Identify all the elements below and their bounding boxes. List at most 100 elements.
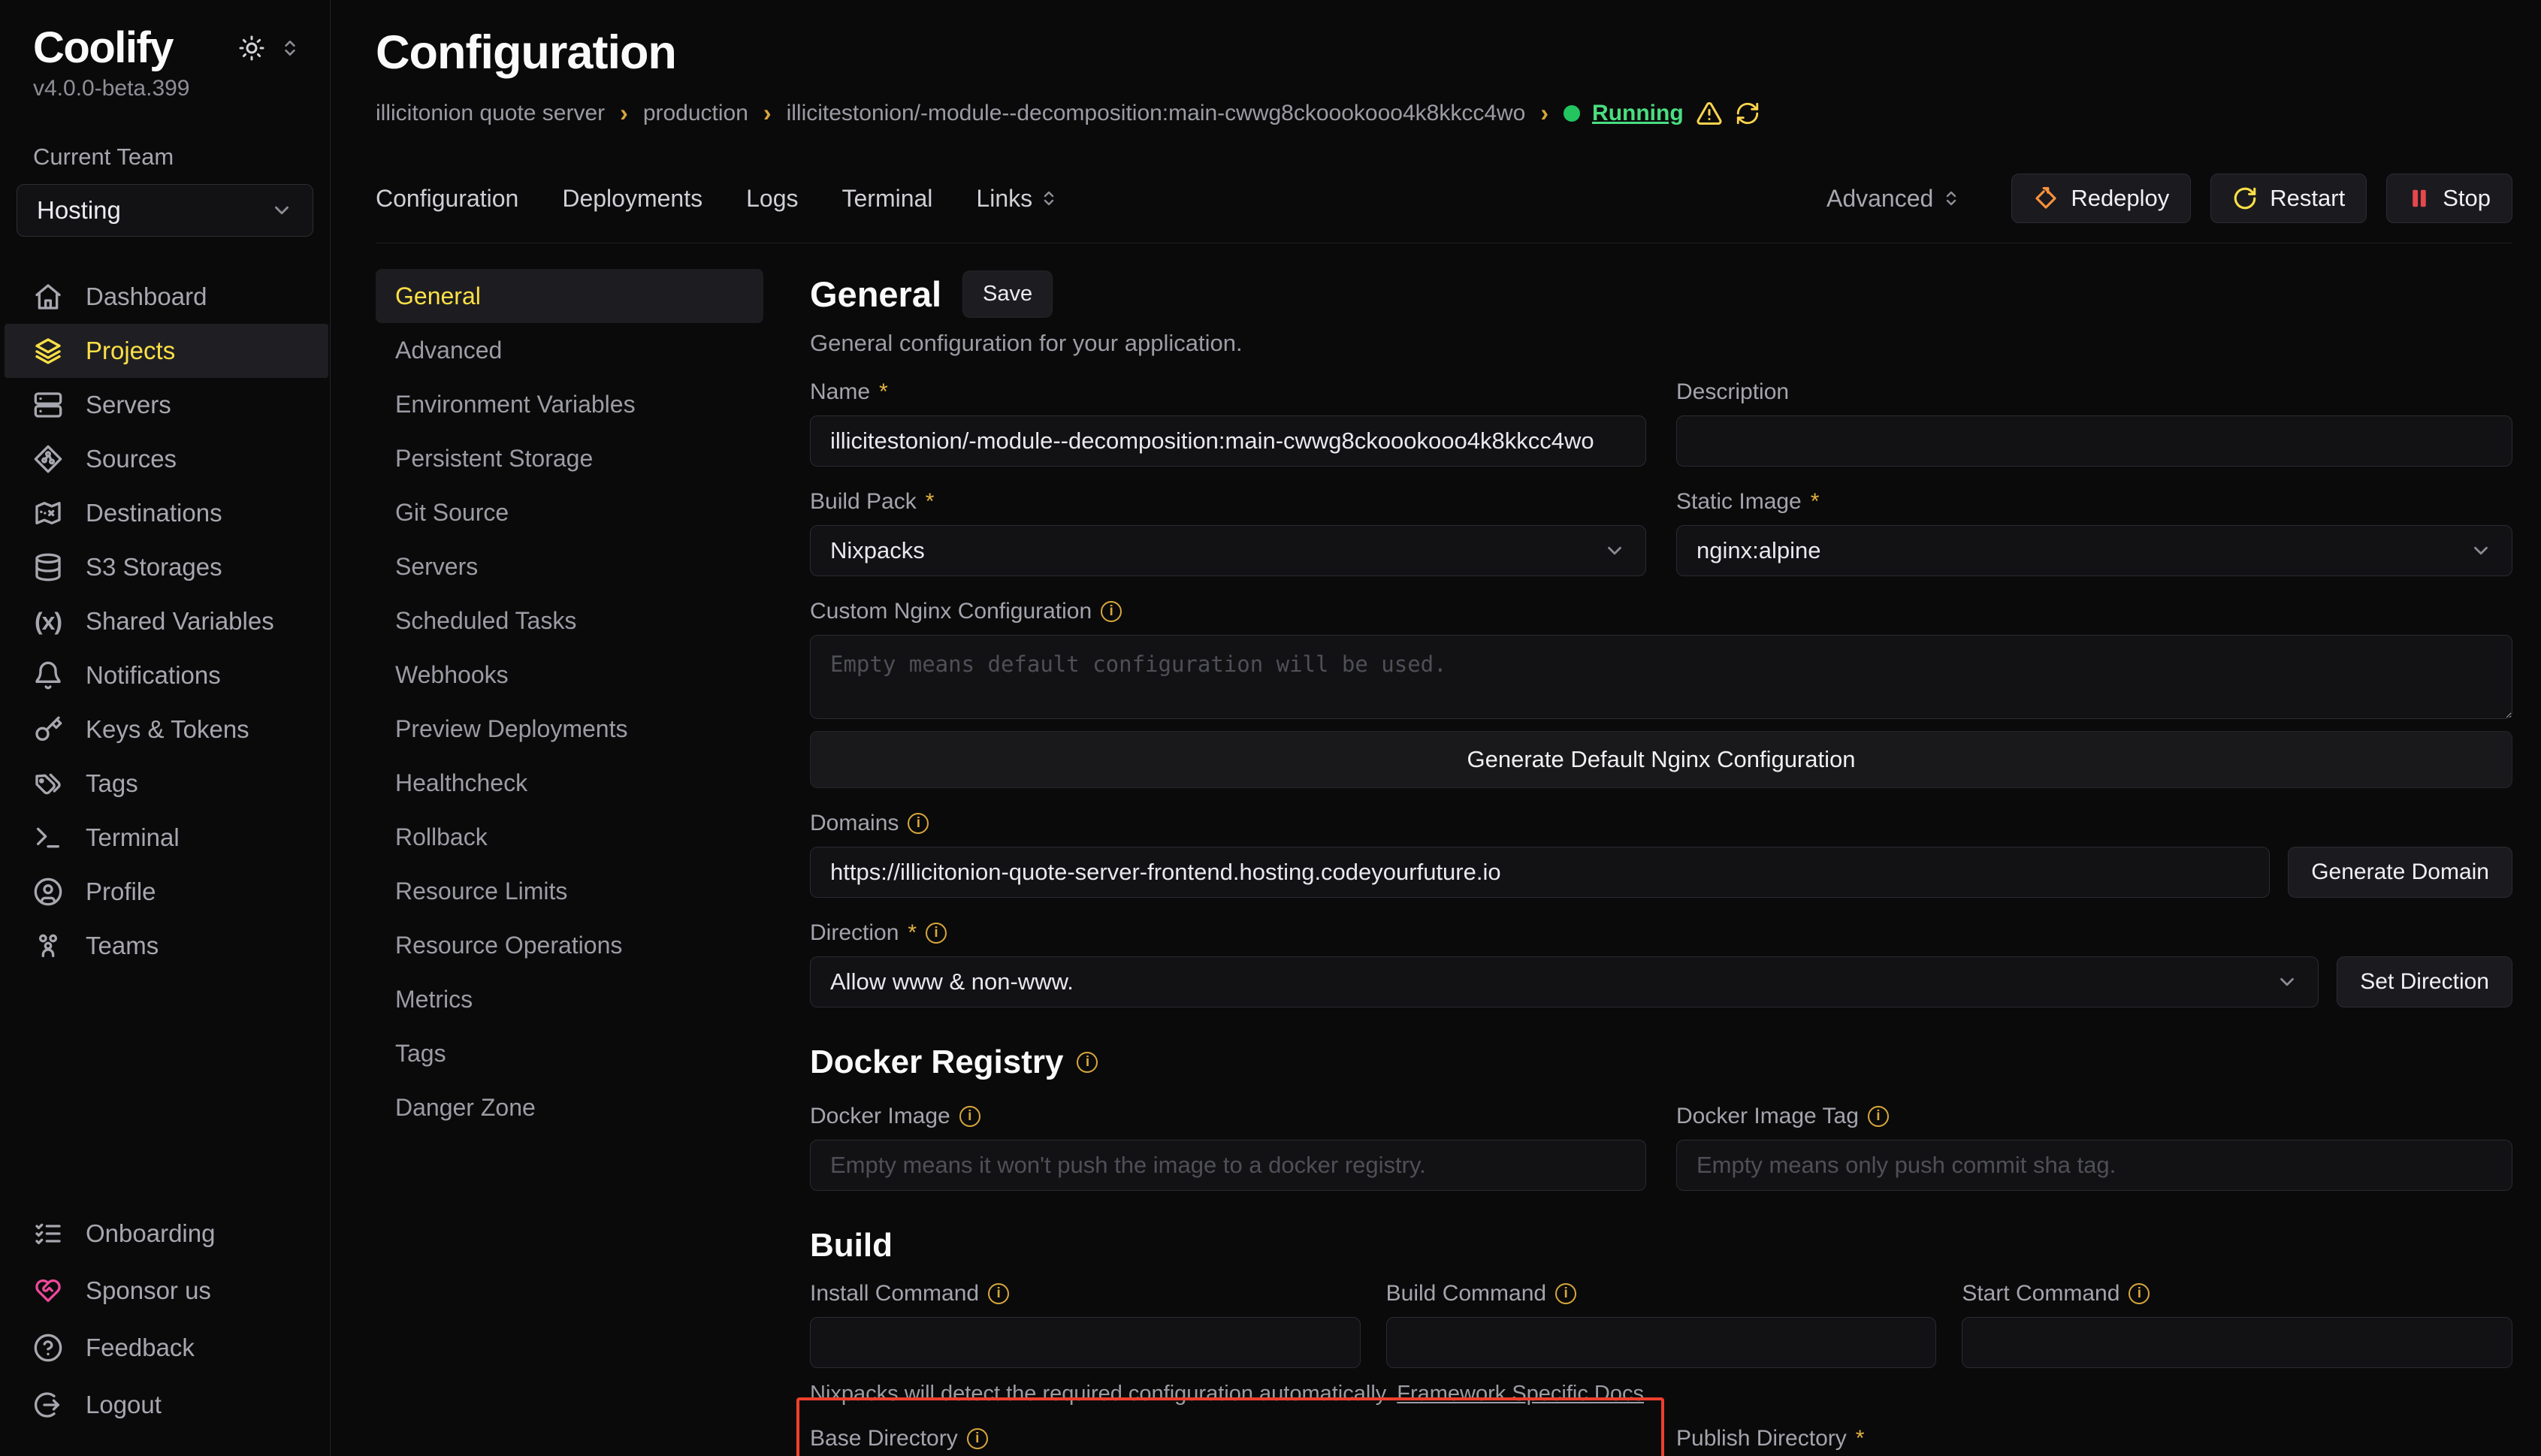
sidebar-item-feedback[interactable]: Feedback [0, 1319, 330, 1376]
breadcrumb-application[interactable]: illicitestonion/-module--decomposition:m… [787, 101, 1526, 126]
static-image-select[interactable]: nginx:alpine [1676, 525, 2512, 576]
restart-button[interactable]: Restart [2210, 174, 2367, 223]
sidebar-item-label: Tags [86, 769, 138, 798]
sidebar-nav: Dashboard Projects Servers Sources Desti… [0, 270, 330, 973]
subnav-danger-zone[interactable]: Danger Zone [376, 1080, 763, 1134]
subnav-servers[interactable]: Servers [376, 539, 763, 594]
description-input[interactable] [1676, 415, 2512, 467]
tab-deployments[interactable]: Deployments [562, 185, 702, 213]
domains-input[interactable] [810, 847, 2270, 898]
sidebar-item-terminal[interactable]: Terminal [0, 811, 330, 865]
subnav-general[interactable]: General [376, 269, 763, 323]
sidebar-item-label: Dashboard [86, 282, 207, 311]
custom-nginx-textarea[interactable] [810, 635, 2512, 719]
app-logo: Coolify [33, 23, 173, 73]
subnav-rollback[interactable]: Rollback [376, 810, 763, 864]
sidebar-item-projects[interactable]: Projects [5, 324, 328, 378]
tags-icon [33, 769, 63, 799]
git-source-icon [33, 444, 63, 474]
set-direction-button[interactable]: Set Direction [2337, 956, 2512, 1007]
sidebar-item-logout[interactable]: Logout [0, 1376, 330, 1433]
start-command-label: Start Command [1962, 1281, 2120, 1306]
framework-docs-link[interactable]: Framework Specific Docs [1397, 1382, 1644, 1406]
tab-logs[interactable]: Logs [746, 185, 798, 213]
sidebar-item-s3-storages[interactable]: S3 Storages [0, 540, 330, 594]
build-pack-select[interactable]: Nixpacks [810, 525, 1646, 576]
sidebar-item-keys-tokens[interactable]: Keys & Tokens [0, 702, 330, 757]
sidebar-item-servers[interactable]: Servers [0, 378, 330, 432]
tab-links[interactable]: Links [976, 185, 1058, 213]
sidebar-item-notifications[interactable]: Notifications [0, 648, 330, 702]
tab-terminal[interactable]: Terminal [841, 185, 932, 213]
breadcrumb-project[interactable]: illicitonion quote server [376, 101, 605, 126]
bell-icon [33, 660, 63, 690]
status-running-link[interactable]: Running [1592, 101, 1684, 126]
build-pack-label: Build Pack [810, 489, 917, 515]
sidebar-item-destinations[interactable]: Destinations [0, 486, 330, 540]
breadcrumb-environment[interactable]: production [643, 101, 748, 126]
publish-directory-label: Publish Directory [1676, 1426, 1847, 1451]
install-command-input[interactable] [810, 1317, 1361, 1368]
sidebar-item-label: Shared Variables [86, 607, 274, 636]
generate-nginx-button[interactable]: Generate Default Nginx Configuration [810, 731, 2512, 788]
subnav-metrics[interactable]: Metrics [376, 972, 763, 1026]
subnav-environment-variables[interactable]: Environment Variables [376, 377, 763, 431]
sidebar-item-profile[interactable]: Profile [0, 865, 330, 919]
name-input[interactable] [810, 415, 1646, 467]
sidebar-item-label: Notifications [86, 661, 221, 690]
sidebar-item-sources[interactable]: Sources [0, 432, 330, 486]
tab-configuration[interactable]: Configuration [376, 185, 518, 213]
subnav-preview-deployments[interactable]: Preview Deployments [376, 702, 763, 756]
install-command-label: Install Command [810, 1281, 979, 1306]
team-select[interactable]: Hosting [17, 184, 313, 237]
sidebar-item-dashboard[interactable]: Dashboard [0, 270, 330, 324]
sidebar-item-label: Feedback [86, 1334, 195, 1362]
start-command-field: Start Command [1962, 1281, 2512, 1368]
theme-toggle-sun-icon[interactable] [238, 35, 265, 62]
subnav-advanced[interactable]: Advanced [376, 323, 763, 377]
sidebar-item-label: Projects [86, 337, 175, 365]
sidebar-item-label: Sources [86, 445, 177, 473]
sidebar-item-shared-variables[interactable]: (x) Shared Variables [0, 594, 330, 648]
direction-field: Direction Allow www & non-www. Set Direc… [810, 920, 2512, 1007]
advanced-dropdown[interactable]: Advanced [1826, 185, 1960, 213]
generate-domain-button[interactable]: Generate Domain [2288, 847, 2512, 898]
sidebar-item-teams[interactable]: Teams [0, 919, 330, 973]
subnav-tags[interactable]: Tags [376, 1026, 763, 1080]
subnav-resource-operations[interactable]: Resource Operations [376, 918, 763, 972]
sidebar-item-sponsor[interactable]: Sponsor us [0, 1262, 330, 1319]
info-icon [1868, 1106, 1889, 1127]
chevron-down-icon [1603, 539, 1626, 562]
subnav-resource-limits[interactable]: Resource Limits [376, 864, 763, 918]
current-team-label: Current Team [0, 143, 330, 171]
build-command-input[interactable] [1386, 1317, 1937, 1368]
subnav-persistent-storage[interactable]: Persistent Storage [376, 431, 763, 485]
subnav-healthcheck[interactable]: Healthcheck [376, 756, 763, 810]
sidebar-item-label: Onboarding [86, 1219, 215, 1248]
static-image-label: Static Image [1676, 489, 1802, 515]
save-button[interactable]: Save [962, 270, 1053, 318]
users-icon [33, 931, 63, 961]
sidebar-item-label: S3 Storages [86, 553, 222, 581]
docker-image-tag-input[interactable] [1676, 1140, 2512, 1191]
chevron-down-icon [270, 199, 293, 222]
redeploy-button[interactable]: Redeploy [2011, 174, 2191, 223]
instance-selector-chevrons-icon[interactable] [280, 38, 300, 58]
sidebar-item-tags[interactable]: Tags [0, 757, 330, 811]
docker-image-input[interactable] [810, 1140, 1646, 1191]
chevron-right-icon: › [620, 99, 628, 127]
docker-image-tag-field: Docker Image Tag [1676, 1104, 2512, 1191]
direction-select[interactable]: Allow www & non-www. [810, 956, 2319, 1007]
subnav-scheduled-tasks[interactable]: Scheduled Tasks [376, 594, 763, 648]
stop-button[interactable]: Stop [2386, 174, 2512, 223]
build-pack-field: Build Pack Nixpacks [810, 489, 1646, 576]
status-badge: Running [1564, 100, 1760, 127]
section-heading-general: General [810, 273, 941, 315]
sidebar-item-onboarding[interactable]: Onboarding [0, 1205, 330, 1262]
subnav-webhooks[interactable]: Webhooks [376, 648, 763, 702]
start-command-input[interactable] [1962, 1317, 2512, 1368]
refresh-icon[interactable] [1735, 101, 1760, 126]
breadcrumb: illicitonion quote server › production ›… [376, 99, 2512, 127]
subnav-git-source[interactable]: Git Source [376, 485, 763, 539]
logout-icon [33, 1390, 63, 1420]
